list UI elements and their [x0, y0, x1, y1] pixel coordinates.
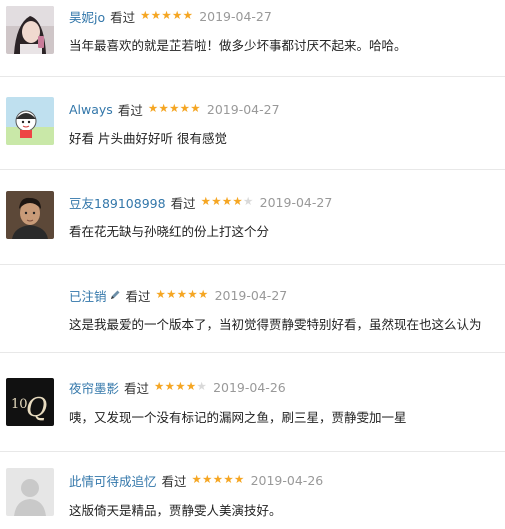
- review-text: 当年最喜欢的就是芷若啦！做多少坏事都讨厌不起来。哈哈。: [69, 38, 407, 53]
- username-link[interactable]: Always: [69, 102, 113, 117]
- star-filled-icon: ★: [171, 8, 183, 23]
- star-filled-icon: ★: [169, 101, 180, 116]
- star-filled-icon: ★: [155, 287, 166, 302]
- review-meta: 此情可待成追忆 看过 ★ ★ ★ ★ ★ 2019-04-26: [69, 471, 323, 489]
- rating-stars: ★ ★ ★ ★ ★: [154, 381, 207, 393]
- watched-tag: 看过: [161, 473, 187, 489]
- review-date: 2019-04-26: [213, 379, 286, 395]
- star-filled-icon: ★: [211, 194, 222, 209]
- svg-text:Q: Q: [26, 393, 47, 423]
- 10q-logo-avatar: 10 Q: [6, 378, 54, 426]
- star-filled-icon: ★: [202, 472, 213, 487]
- review-date: 2019-04-27: [199, 8, 272, 24]
- star-filled-icon: ★: [150, 8, 162, 23]
- star-filled-icon: ★: [179, 101, 190, 116]
- watched-tag: 看过: [124, 380, 150, 396]
- avatar[interactable]: [6, 6, 54, 54]
- star-filled-icon: ★: [164, 379, 175, 394]
- rating-stars: ★ ★ ★ ★ ★: [201, 196, 254, 208]
- default-person-avatar: [6, 468, 54, 516]
- review-text: 咦，又发现一个没有标记的漏网之鱼，刷三星，贾静雯加一星: [69, 410, 407, 425]
- watched-tag: 看过: [117, 102, 143, 118]
- star-filled-icon: ★: [176, 287, 188, 302]
- rating-stars: ★ ★ ★ ★ ★: [140, 10, 193, 22]
- username-link[interactable]: 已注销: [69, 286, 107, 305]
- review-text: 好看 片头曲好好听 很有感觉: [69, 131, 227, 146]
- star-filled-icon: ★: [182, 8, 193, 23]
- avatar[interactable]: [6, 191, 54, 239]
- pencil-icon: [110, 290, 120, 299]
- review-meta: 夜帘墨影 看过 ★ ★ ★ ★ ★ 2019-04-26: [69, 378, 286, 396]
- star-empty-icon: ★: [196, 379, 207, 394]
- star-filled-icon: ★: [175, 379, 186, 394]
- review-date: 2019-04-27: [259, 194, 333, 210]
- review-item: 昊妮jo 看过 ★ ★ ★ ★ ★ 2019-04-27 当年最喜欢的就是芷若啦！做多少…: [0, 0, 505, 77]
- username-link[interactable]: 夜帘墨影: [69, 378, 119, 397]
- star-filled-icon: ★: [233, 472, 245, 487]
- review-date: 2019-04-26: [250, 472, 324, 488]
- star-filled-icon: ★: [166, 287, 177, 302]
- username-link[interactable]: 此情可待成追忆: [69, 471, 157, 490]
- rating-stars: ★ ★ ★ ★ ★: [192, 474, 245, 486]
- review-meta: 豆友189108998 看过 ★ ★ ★ ★ ★ 2019-04-27: [69, 193, 332, 211]
- review-list: 昊妮jo 看过 ★ ★ ★ ★ ★ 2019-04-27 当年最喜欢的就是芷若啦！做多少…: [0, 0, 505, 529]
- avatar[interactable]: 10 Q: [6, 378, 54, 426]
- star-filled-icon: ★: [200, 194, 211, 209]
- cartoon-avatar: [6, 97, 54, 145]
- username-link[interactable]: 豆友189108998: [69, 193, 166, 212]
- review-text: 这是我最爱的一个版本了，当初觉得贾静雯特别好看，虽然现在也这么认为: [69, 317, 482, 332]
- review-meta: 已注销 看过 ★ ★ ★ ★ ★ 2019-04-27: [69, 286, 287, 304]
- star-filled-icon: ★: [185, 379, 197, 394]
- star-filled-icon: ★: [191, 472, 202, 487]
- avatar[interactable]: [6, 468, 54, 516]
- star-filled-icon: ★: [212, 472, 224, 487]
- girl-photo-avatar: [6, 6, 54, 54]
- review-text: 这版倚天是精品，贾静雯人美演技好。: [69, 503, 282, 518]
- star-filled-icon: ★: [140, 8, 151, 23]
- review-item: 10 Q 夜帘墨影 看过 ★ ★ ★ ★ ★ 2019-04-26 咦，又发现一个没有标…: [0, 353, 505, 452]
- review-date: 2019-04-27: [214, 287, 288, 303]
- review-meta: 昊妮jo 看过 ★ ★ ★ ★ ★ 2019-04-27: [69, 7, 272, 25]
- star-filled-icon: ★: [147, 101, 159, 116]
- star-filled-icon: ★: [223, 472, 234, 487]
- rating-stars: ★ ★ ★ ★ ★: [148, 103, 201, 115]
- review-meta: Always 看过 ★ ★ ★ ★ ★ 2019-04-27: [69, 100, 280, 118]
- star-filled-icon: ★: [158, 101, 169, 116]
- star-filled-icon: ★: [161, 8, 172, 23]
- review-text: 看在花无缺与孙晓红的份上打这个分: [69, 224, 270, 239]
- star-filled-icon: ★: [197, 287, 209, 302]
- star-filled-icon: ★: [154, 379, 165, 394]
- star-filled-icon: ★: [190, 101, 201, 116]
- star-filled-icon: ★: [221, 194, 233, 209]
- watched-tag: 看过: [110, 9, 136, 25]
- review-item: 豆友189108998 看过 ★ ★ ★ ★ ★ 2019-04-27 看在花无缺与孙晓…: [0, 170, 505, 265]
- review-item: Always 看过 ★ ★ ★ ★ ★ 2019-04-27 好看 片头曲好好听 很有感…: [0, 77, 505, 170]
- rating-stars: ★ ★ ★ ★ ★: [156, 289, 209, 301]
- watched-tag: 看过: [170, 195, 196, 211]
- review-date: 2019-04-27: [206, 101, 280, 117]
- avatar[interactable]: [6, 97, 54, 145]
- star-empty-icon: ★: [243, 194, 254, 209]
- review-item: 已注销 看过 ★ ★ ★ ★ ★ 2019-04-27 这是我最爱的一个版本了，当初觉得…: [0, 265, 505, 353]
- star-filled-icon: ★: [187, 287, 198, 302]
- username-link[interactable]: 昊妮jo: [69, 7, 105, 26]
- man-photo-avatar: [6, 191, 54, 239]
- watched-tag: 看过: [125, 288, 151, 304]
- star-filled-icon: ★: [232, 194, 243, 209]
- review-item: 此情可待成追忆 看过 ★ ★ ★ ★ ★ 2019-04-26 这版倚天是精品，贾静雯人…: [0, 452, 505, 529]
